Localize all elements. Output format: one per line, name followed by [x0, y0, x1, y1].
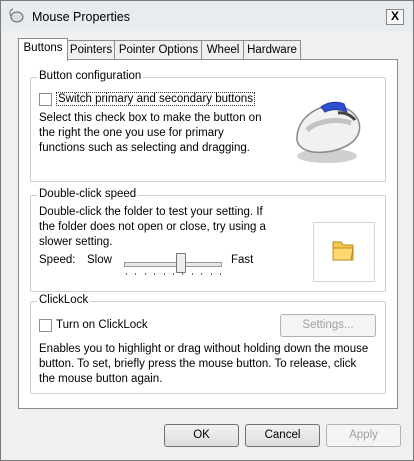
folder-icon[interactable]: [329, 238, 357, 264]
clicklock-legend: ClickLock: [37, 294, 91, 306]
slider-tick: [201, 273, 203, 275]
button-configuration-description: Select this check box to make the button…: [39, 112, 262, 154]
clicklock-checkbox[interactable]: [39, 319, 52, 332]
slider-tick: [126, 273, 127, 275]
slider-tick: [220, 273, 221, 275]
tab-buttons[interactable]: Buttons: [18, 38, 68, 61]
mouse-icon: [296, 101, 361, 163]
double-click-test-area[interactable]: [313, 222, 375, 282]
mouse-icon: [9, 8, 24, 23]
button-configuration-legend: Button configuration: [37, 70, 144, 82]
clicklock-settings-button[interactable]: Settings...: [280, 314, 376, 337]
slider-tick: [154, 273, 156, 275]
ok-button[interactable]: OK: [164, 424, 239, 447]
slider-tick: [135, 273, 137, 275]
tab-wheel[interactable]: Wheel: [201, 40, 245, 60]
slow-label: Slow: [87, 254, 112, 266]
window-title: Mouse Properties: [32, 10, 130, 24]
speed-label: Speed:: [39, 254, 76, 266]
clicklock-description: Enables you to highlight or drag without…: [39, 343, 369, 385]
tab-pointer-options[interactable]: Pointer Options: [114, 40, 203, 60]
clicklock-label[interactable]: Turn on ClickLock: [56, 318, 148, 333]
slider-tick: [163, 273, 165, 275]
mouse-properties-window: Mouse Properties X Buttons Pointers Poin…: [0, 0, 414, 461]
double-click-speed-slider[interactable]: [175, 253, 186, 273]
title-bar[interactable]: Mouse Properties X: [1, 1, 413, 31]
slider-tick: [173, 273, 174, 275]
double-click-speed-track: [124, 262, 222, 267]
switch-buttons-checkbox[interactable]: [39, 93, 52, 106]
double-click-description: Double-click the folder to test your set…: [39, 206, 266, 248]
close-button[interactable]: X: [386, 9, 404, 25]
slider-tick: [144, 273, 146, 275]
tab-pointers[interactable]: Pointers: [66, 40, 116, 60]
fast-label: Fast: [231, 254, 254, 266]
tab-hardware[interactable]: Hardware: [243, 40, 301, 60]
cancel-button[interactable]: Cancel: [245, 424, 320, 447]
apply-button[interactable]: Apply: [326, 424, 401, 447]
double-click-speed-legend: Double-click speed: [37, 188, 139, 200]
switch-buttons-label[interactable]: Switch primary and secondary buttons: [56, 92, 255, 107]
slider-tick: [182, 273, 184, 275]
slider-tick: [191, 273, 193, 275]
slider-tick: [210, 273, 212, 275]
